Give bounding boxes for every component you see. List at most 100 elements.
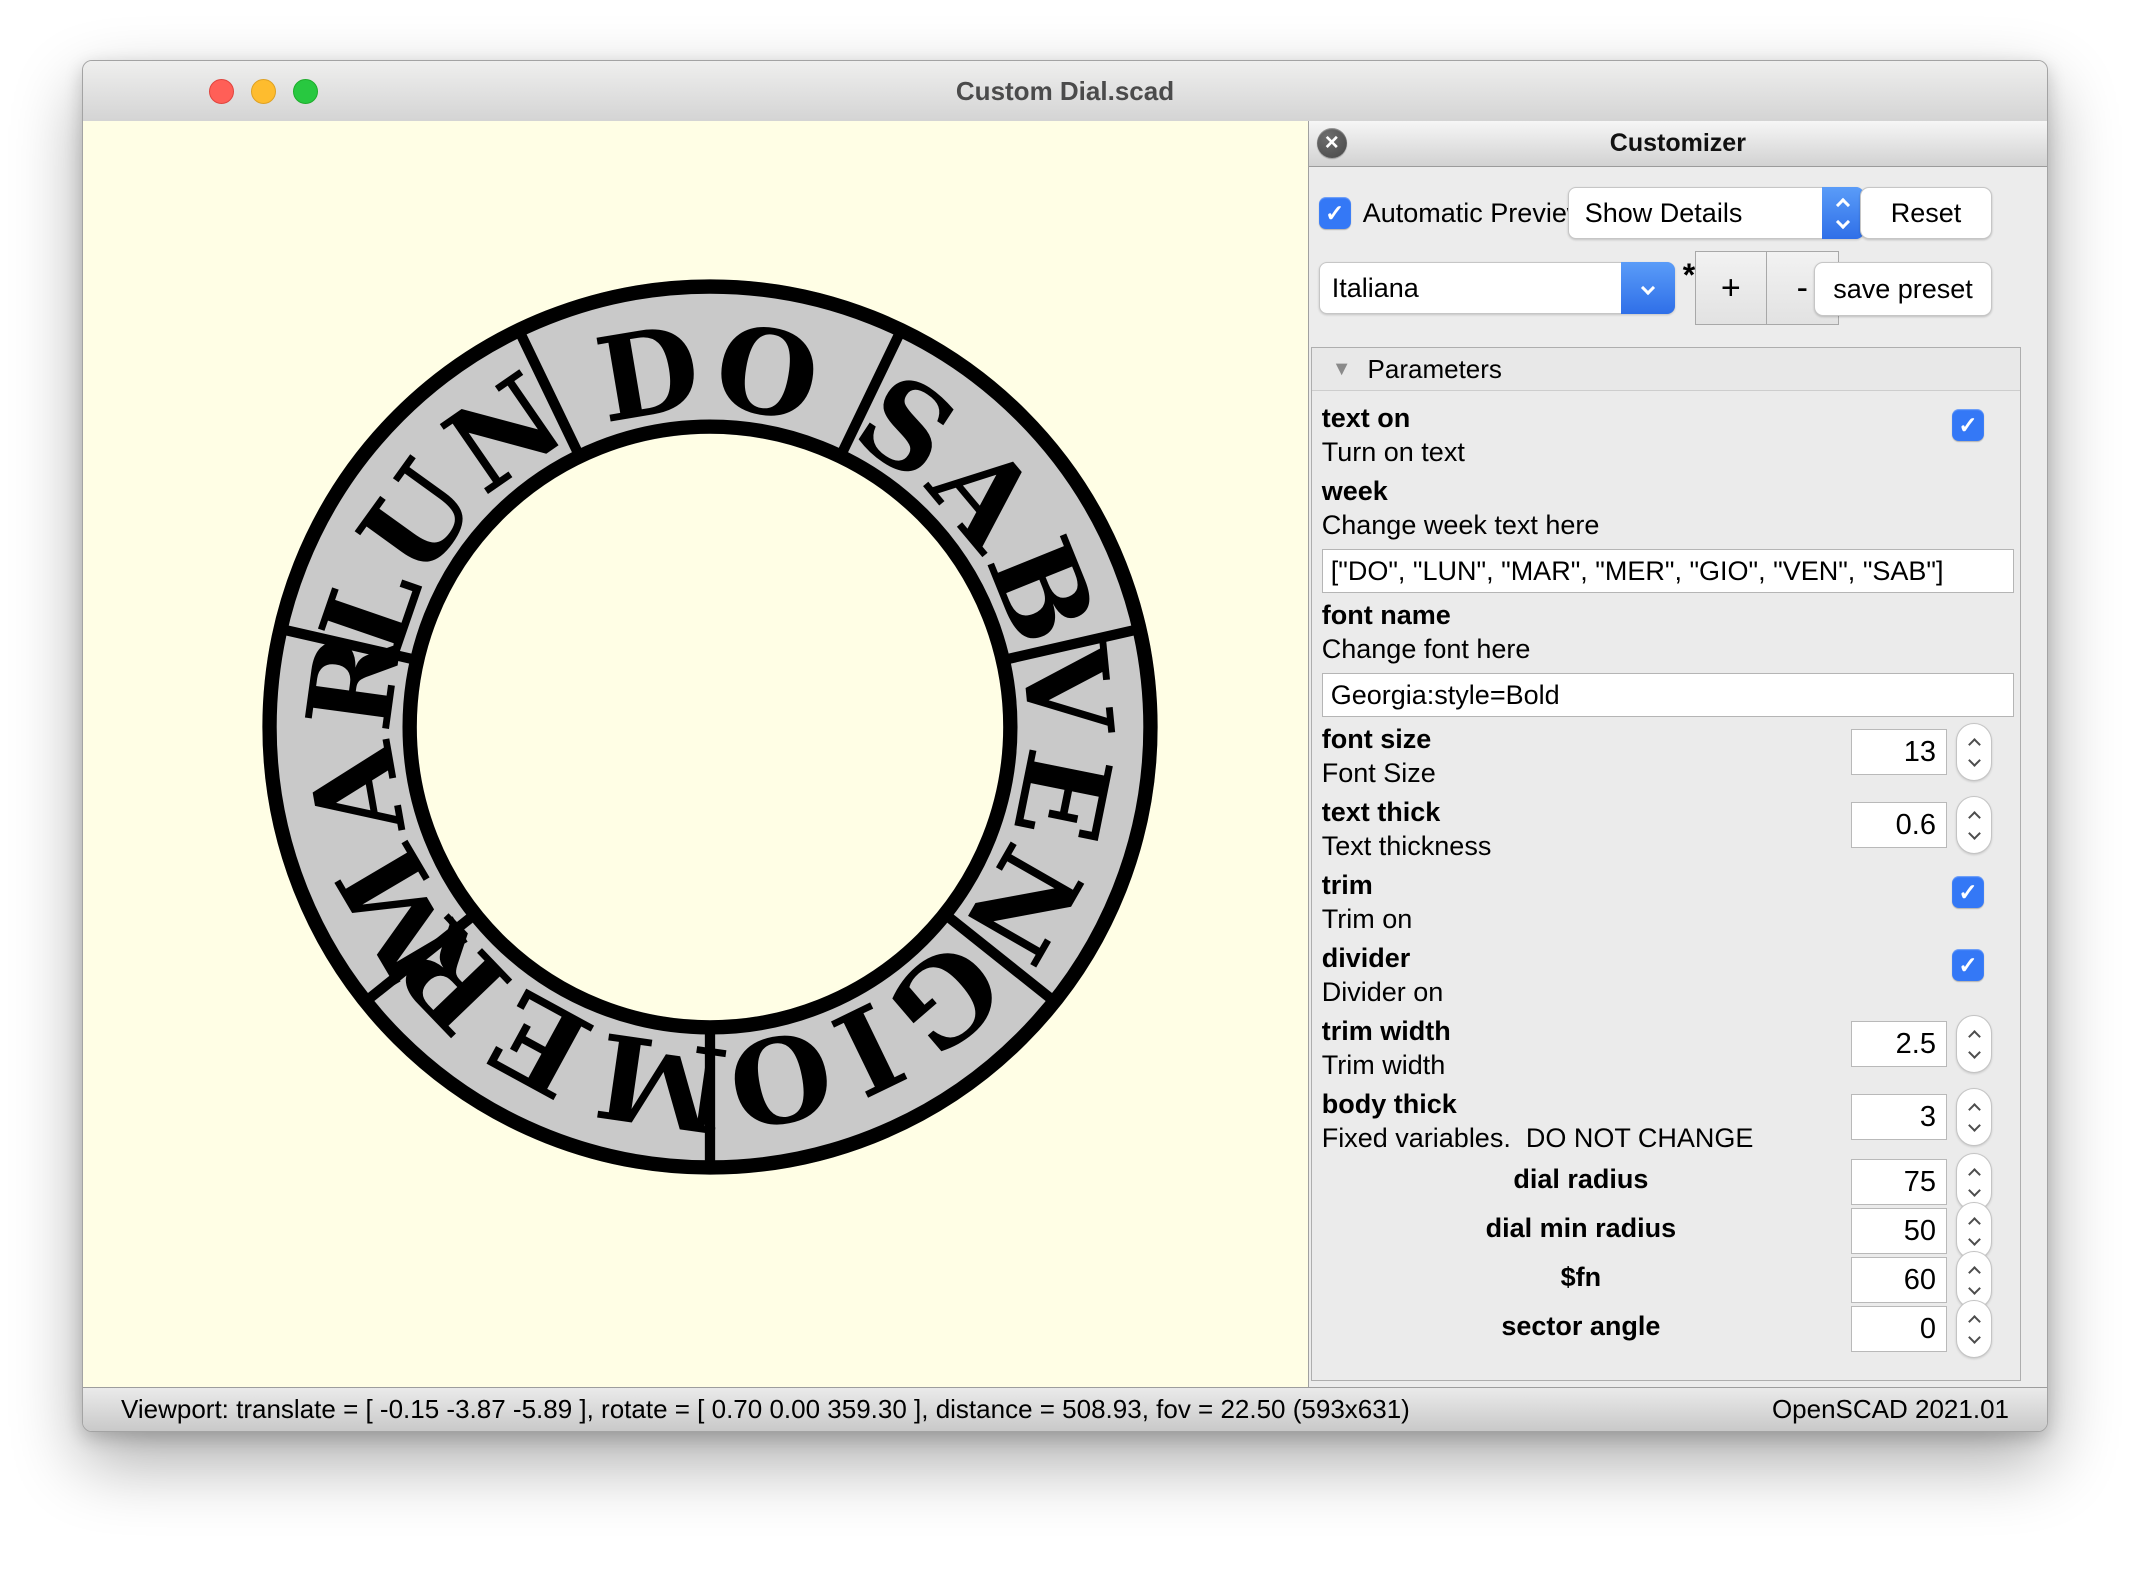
window-title: Custom Dial.scad [955, 76, 1175, 106]
chevron-down-icon [1640, 280, 1655, 296]
app-version-text: OpenSCAD 2021.01 [1771, 1394, 2009, 1424]
reset-button[interactable]: Reset [1860, 187, 1992, 239]
customizer-controls-row1: ✓ Automatic Preview Show Details Reset [1318, 187, 2037, 239]
param-row-font-name: font name Change font here [1322, 598, 2020, 666]
chevron-up-icon [1835, 197, 1850, 212]
dial-label-mar: MAR [281, 620, 490, 1001]
automatic-preview-label: Automatic Preview [1362, 197, 1587, 228]
traffic-lights [209, 61, 318, 121]
spinner-up-icon [1967, 1216, 1981, 1230]
preset-modified-indicator: * [1682, 257, 1696, 293]
sector-angle-input[interactable] [1851, 1306, 1947, 1352]
divider-checkbox[interactable]: ✓ [1952, 949, 1984, 981]
param-name: sector angle [1501, 1311, 1661, 1341]
param-name: $fn [1560, 1262, 1602, 1292]
window-titlebar[interactable]: Custom Dial.scad [83, 61, 2047, 122]
minimize-window-button[interactable] [251, 78, 276, 104]
param-name: trim [1321, 870, 1373, 900]
spinner-down-icon [1967, 1118, 1981, 1132]
dial-label-ven: VEN [934, 637, 1134, 987]
dial-preview-svg: DO SAB VEN GIO MER MAR LUN [262, 279, 1158, 1175]
checkmark-icon: ✓ [1958, 879, 1978, 905]
main-content: DO SAB VEN GIO MER MAR LUN × Customizer [83, 121, 2047, 1387]
spinner-up-icon [1967, 810, 1981, 824]
body-thick-spinner[interactable] [1956, 1088, 1992, 1146]
details-dropdown[interactable]: Show Details [1567, 187, 1864, 239]
preset-combobox[interactable]: Italiana [1318, 262, 1675, 314]
trim-checkbox[interactable]: ✓ [1952, 876, 1984, 908]
param-name: text thick [1321, 797, 1441, 827]
dial-radius-input[interactable] [1851, 1159, 1947, 1205]
param-name: trim width [1321, 1016, 1451, 1046]
zoom-window-button[interactable] [293, 78, 318, 104]
spinner-down-icon [1967, 753, 1981, 767]
param-row-fn: $fn [1322, 1251, 2020, 1309]
param-description: Trim on [1321, 904, 1413, 934]
body-thick-input[interactable] [1851, 1094, 1947, 1140]
spinner-down-icon [1967, 1281, 1981, 1295]
dial-min-radius-input[interactable] [1851, 1208, 1947, 1254]
param-description: Fixed variables. DO NOT CHANGE [1321, 1123, 1754, 1153]
combobox-arrow-button[interactable] [1620, 262, 1675, 314]
openscad-window: Custom Dial.scad DO SAB VEN GIO MER MA L… [82, 60, 2048, 1432]
collapse-triangle-icon: ▼ [1331, 357, 1352, 380]
param-row-week: week Change week text here [1322, 474, 2020, 542]
spinner-down-icon [1967, 1045, 1981, 1059]
font-size-input[interactable] [1851, 729, 1947, 775]
spinner-up-icon [1967, 1314, 1981, 1328]
svg-text:VEN: VEN [934, 637, 1139, 987]
param-name: dial radius [1513, 1164, 1649, 1194]
spinner-down-icon [1967, 826, 1981, 840]
sector-angle-spinner[interactable] [1956, 1300, 1992, 1358]
param-row-dial-min-radius: dial min radius [1322, 1202, 2020, 1260]
spinner-up-icon [1967, 1167, 1981, 1181]
week-text-input[interactable] [1321, 549, 2014, 593]
checkmark-icon: ✓ [1958, 952, 1978, 978]
param-row-divider: divider Divider on ✓ [1322, 941, 2020, 1009]
customizer-title: Customizer [1609, 129, 1746, 157]
spinner-up-icon [1967, 737, 1981, 751]
trim-width-spinner[interactable] [1956, 1015, 1992, 1073]
param-description: Font Size [1321, 758, 1436, 788]
font-name-input[interactable] [1321, 673, 2014, 717]
save-preset-button[interactable]: save preset [1814, 262, 1992, 316]
svg-text:MAR: MAR [281, 620, 494, 1001]
viewport-status-text: Viewport: translate = [ -0.15 -3.87 -5.8… [121, 1394, 1410, 1424]
text-thick-input[interactable] [1851, 802, 1947, 848]
add-preset-button[interactable]: + [1694, 251, 1767, 325]
font-size-spinner[interactable] [1956, 723, 1992, 781]
spinner-down-icon [1967, 1232, 1981, 1246]
param-name: font name [1321, 600, 1451, 630]
spinner-up-icon [1967, 1029, 1981, 1043]
customizer-controls-row2: Italiana * + - save preset [1318, 251, 2037, 325]
fn-input[interactable] [1851, 1257, 1947, 1303]
param-description: Divider on [1321, 977, 1444, 1007]
parameters-groupbox: ▼ Parameters text on Turn on text ✓ week… [1310, 347, 2021, 1381]
automatic-preview-checkbox[interactable]: ✓ [1318, 197, 1351, 229]
dropdown-stepper-icon [1821, 187, 1864, 239]
status-bar: Viewport: translate = [ -0.15 -3.87 -5.8… [83, 1387, 2047, 1431]
parameters-list: text on Turn on text ✓ week Change week … [1312, 391, 2020, 1380]
checkmark-icon: ✓ [1958, 412, 1978, 438]
param-name: divider [1321, 943, 1411, 973]
text-on-checkbox[interactable]: ✓ [1952, 409, 1984, 441]
parameters-header[interactable]: ▼ Parameters [1311, 348, 2020, 391]
text-thick-spinner[interactable] [1956, 796, 1992, 854]
spinner-up-icon [1967, 1265, 1981, 1279]
trim-width-input[interactable] [1851, 1021, 1947, 1067]
param-row-text-thick: text thick Text thickness [1322, 795, 2020, 863]
param-row-font-size: font size Font Size [1322, 722, 2020, 790]
3d-viewport[interactable]: DO SAB VEN GIO MER MAR LUN [83, 121, 1308, 1387]
param-description: Turn on text [1321, 437, 1465, 467]
param-description: Trim width [1321, 1050, 1446, 1080]
param-name: dial min radius [1485, 1213, 1677, 1243]
parameters-title: Parameters [1367, 353, 1502, 384]
param-row-trim: trim Trim on ✓ [1322, 868, 2020, 936]
param-row-dial-radius: dial radius [1322, 1153, 2020, 1211]
param-name: body thick [1321, 1089, 1457, 1119]
close-window-button[interactable] [209, 78, 234, 104]
checkmark-icon: ✓ [1325, 200, 1345, 226]
param-row-text-on: text on Turn on text ✓ [1322, 401, 2020, 469]
param-name: text on [1321, 403, 1411, 433]
spinner-up-icon [1967, 1102, 1981, 1116]
